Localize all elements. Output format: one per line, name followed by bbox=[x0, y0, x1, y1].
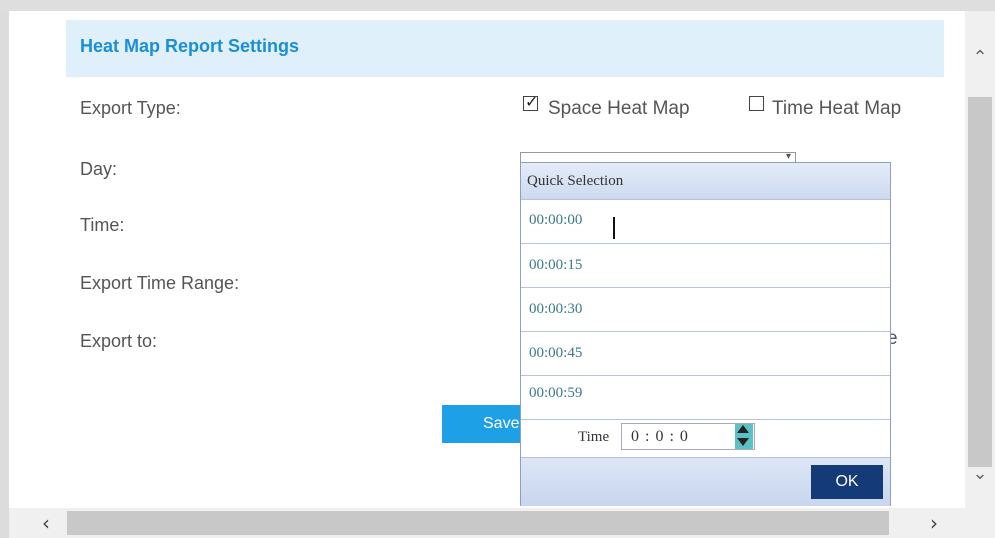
quick-time-option[interactable]: 00:00:45 bbox=[521, 332, 890, 376]
quick-time-option-label: 00:00:45 bbox=[529, 345, 583, 361]
section-title: Heat Map Report Settings bbox=[80, 36, 300, 56]
text-cursor bbox=[613, 217, 615, 239]
quick-selection-popup: Quick Selection 00:00:00 00:00:15 00:00:… bbox=[520, 162, 891, 506]
spinner-buttons[interactable] bbox=[735, 424, 753, 449]
time-heat-map-checkbox[interactable] bbox=[749, 96, 764, 111]
spin-down-icon[interactable] bbox=[737, 438, 749, 446]
horizontal-scrollbar[interactable]: ‹ › bbox=[9, 508, 965, 538]
ok-button[interactable]: OK bbox=[811, 465, 883, 499]
day-label: Day: bbox=[80, 159, 118, 179]
chevron-down-icon[interactable]: ⌄ bbox=[965, 459, 995, 489]
quick-time-option-label: 00:00:15 bbox=[529, 257, 583, 273]
scrollbar-corner bbox=[965, 508, 995, 538]
window-top-border bbox=[0, 0, 995, 11]
space-heat-map-checkbox[interactable]: ✓ bbox=[523, 92, 539, 111]
save-button[interactable]: Save bbox=[442, 405, 532, 443]
vertical-scroll-thumb[interactable] bbox=[968, 97, 992, 467]
time-spinner-value[interactable]: 0 : 0 : 0 bbox=[631, 428, 689, 446]
dropdown-arrow-icon: ▾ bbox=[785, 152, 791, 162]
time-spinner-input[interactable]: 0 : 0 : 0 bbox=[621, 423, 755, 450]
window-left-border bbox=[0, 11, 9, 538]
time-label: Time: bbox=[80, 215, 125, 235]
horizontal-scroll-thumb[interactable] bbox=[67, 511, 889, 535]
quick-time-option-label: 00:00:00 bbox=[529, 212, 583, 228]
quick-time-option[interactable]: 00:00:59 bbox=[521, 376, 890, 420]
quick-time-option[interactable]: 00:00:15 bbox=[521, 244, 890, 288]
export-time-range-label: Export Time Range: bbox=[80, 273, 240, 293]
popup-header: Quick Selection bbox=[521, 163, 890, 200]
popup-time-label: Time bbox=[578, 429, 610, 445]
export-type-label: Export Type: bbox=[80, 98, 181, 118]
space-heat-map-label[interactable]: Space Heat Map bbox=[548, 98, 690, 120]
popup-footer: OK bbox=[521, 457, 890, 506]
spin-up-icon[interactable] bbox=[737, 425, 749, 433]
time-heat-map-label[interactable]: Time Heat Map bbox=[772, 98, 901, 120]
popup-title: Quick Selection bbox=[527, 173, 624, 189]
quick-time-option[interactable]: 00:00:00 bbox=[521, 200, 890, 244]
chevron-right-icon[interactable]: › bbox=[921, 511, 947, 535]
check-icon: ✓ bbox=[525, 92, 539, 111]
quick-time-option-label: 00:00:30 bbox=[529, 301, 583, 317]
export-to-label: Export to: bbox=[80, 331, 158, 351]
chevron-left-icon[interactable]: ‹ bbox=[33, 511, 59, 535]
chevron-up-icon[interactable]: ⌃ bbox=[965, 43, 995, 73]
vertical-scrollbar[interactable]: ⌃ ⌄ bbox=[965, 11, 995, 508]
quick-time-option-label: 00:00:59 bbox=[529, 385, 583, 401]
quick-time-option[interactable]: 00:00:30 bbox=[521, 288, 890, 332]
